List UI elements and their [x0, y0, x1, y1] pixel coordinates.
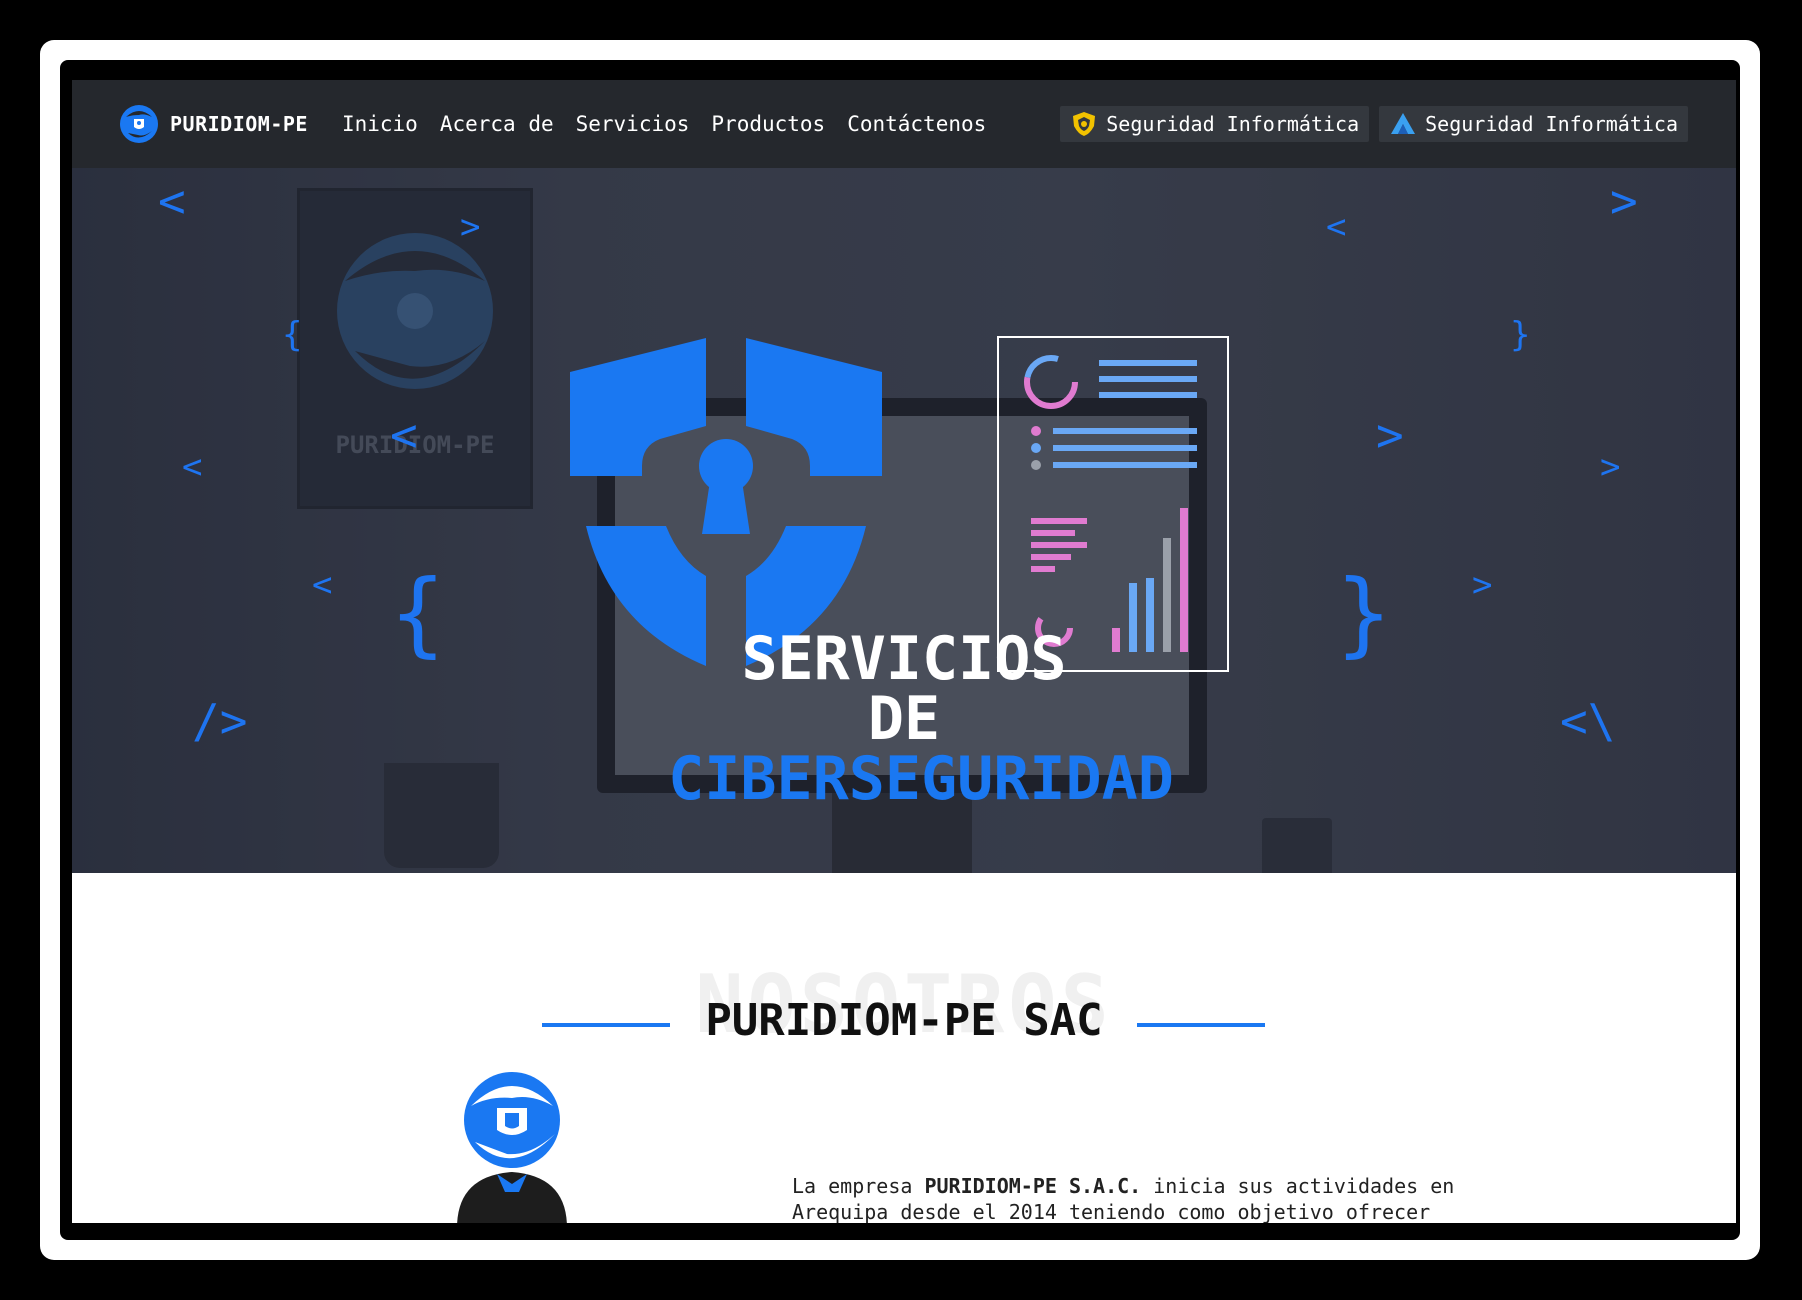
about-description: La empresa PURIDIOM-PE S.A.C. inicia sus… [792, 1173, 1512, 1223]
deco-lt-4: < [312, 565, 333, 605]
deco-gt-3: > [1376, 408, 1404, 462]
puridiom-logo-icon [120, 105, 158, 143]
deco-gt-1: > [460, 207, 481, 247]
menu-acerca-de[interactable]: Acerca de [440, 112, 554, 136]
hero-banner: PURIDIOM-PE < > { < < < { /> > < } > > >… [72, 168, 1736, 873]
badge-seguridad-2[interactable]: Seguridad Informática [1379, 106, 1688, 142]
desc-prefix: La empresa [792, 1174, 925, 1198]
deco-rbrace-small: } [1510, 315, 1531, 355]
shield-keyhole-icon [570, 338, 882, 666]
shield-badge-icon [1073, 112, 1096, 136]
desc-company: PURIDIOM-PE S.A.C. [924, 1174, 1142, 1198]
deco-gt-2: > [1610, 174, 1638, 228]
menu-inicio[interactable]: Inicio [342, 112, 418, 136]
hero-title-line2: DE [867, 684, 941, 754]
partner-badges: Seguridad Informática Seguridad Informát… [1050, 106, 1688, 142]
browser-viewport: PURIDIOM-PE Inicio Acerca de Servicios P… [72, 80, 1736, 1223]
hero-title-line3: CIBERSEGURIDAD [668, 744, 1174, 814]
menu-productos[interactable]: Productos [711, 112, 825, 136]
report-chart-icon [997, 336, 1229, 672]
mascot-logo-icon [457, 1072, 567, 1223]
deco-gt-5: > [1472, 565, 1493, 605]
badge-seguridad-2-label: Seguridad Informática [1425, 112, 1678, 136]
brand-name: PURIDIOM-PE [170, 112, 308, 136]
report-chart-graphic [1024, 355, 1197, 652]
deco-gt-4: > [1600, 447, 1621, 487]
deco-lbrace-small: { [282, 315, 303, 355]
menu-contactenos[interactable]: Contáctenos [847, 112, 986, 136]
deco-lt-5: < [1326, 207, 1347, 247]
main-menu: Inicio Acerca de Servicios Productos Con… [342, 112, 1008, 136]
deco-lt-2: < [390, 408, 418, 462]
badge-seguridad-1-label: Seguridad Informática [1106, 112, 1360, 136]
section-title: PURIDIOM-PE SAC [705, 995, 1103, 1046]
mountain-logo-icon [1391, 113, 1416, 134]
about-section: NOSOTROS PURIDIOM-PE SAC La empresa PURI… [72, 873, 1736, 1223]
hero-title-line1: SERVICIOS [741, 624, 1067, 694]
badge-seguridad-1[interactable]: Seguridad Informática [1060, 106, 1370, 142]
deco-lt-3: < [182, 447, 203, 487]
top-navbar: PURIDIOM-PE Inicio Acerca de Servicios P… [72, 80, 1736, 168]
deco-lt-1: < [158, 174, 186, 228]
menu-servicios[interactable]: Servicios [576, 112, 690, 136]
brand[interactable]: PURIDIOM-PE [118, 103, 308, 145]
